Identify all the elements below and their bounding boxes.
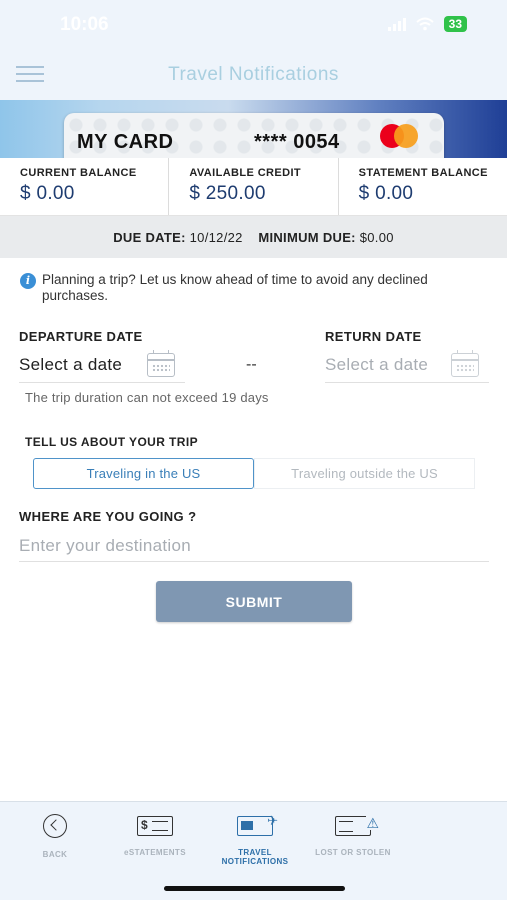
signal-icon xyxy=(387,17,406,31)
page-title: Travel Notifications xyxy=(168,64,339,85)
trip-type-label: TELL US ABOUT YOUR TRIP xyxy=(25,435,198,449)
destination-input[interactable] xyxy=(19,530,489,562)
minimum-due-value: $0.00 xyxy=(359,230,394,245)
departure-date-label: DEPARTURE DATE xyxy=(19,329,143,344)
destination-label: WHERE ARE YOU GOING ? xyxy=(19,509,197,524)
travel-icon xyxy=(237,813,278,836)
card-name: MY CARD xyxy=(77,131,174,153)
return-date-value: Select a date xyxy=(325,355,429,374)
battery-icon: 33 xyxy=(443,16,467,32)
lost-card-icon xyxy=(335,816,379,836)
return-date-label: RETURN DATE xyxy=(325,329,422,344)
status-bar: 10:06 33 xyxy=(0,0,507,50)
trip-duration-hint: The trip duration can not exceed 19 days xyxy=(25,390,269,405)
available-credit: AVAILABLE CREDIT $ 250.00 xyxy=(169,158,339,215)
mastercard-logo-icon xyxy=(380,124,430,148)
status-time: 10:06 xyxy=(60,14,109,35)
calendar-icon xyxy=(147,350,175,377)
due-date-value: 10/12/22 xyxy=(189,230,243,245)
back-icon xyxy=(43,814,67,838)
credit-card: MY CARD **** 0054 xyxy=(64,113,444,158)
submit-button[interactable]: SUBMIT xyxy=(156,581,352,622)
traveling-outside-us-option[interactable]: Traveling outside the US xyxy=(254,458,475,489)
calendar-icon xyxy=(451,350,479,377)
departure-date-field[interactable]: Select a date xyxy=(19,349,185,383)
balance-value: $ 0.00 xyxy=(358,183,414,204)
balance-summary: CURRENT BALANCE $ 0.00 AVAILABLE CREDIT … xyxy=(0,158,507,216)
status-icons: 33 xyxy=(387,16,467,32)
departure-date-value: Select a date xyxy=(19,355,123,374)
minimum-due-label: MINIMUM DUE: xyxy=(258,230,356,245)
statement-balance: STATEMENT BALANCE $ 0.00 xyxy=(339,158,507,215)
card-banner: MY CARD **** 0054 xyxy=(0,100,507,158)
balance-label: STATEMENT BALANCE xyxy=(358,167,488,179)
info-message: i Planning a trip? Let us know ahead of … xyxy=(20,272,490,304)
statement-icon xyxy=(137,816,173,836)
nav-estatements[interactable]: eSTATEMENTS xyxy=(117,814,193,857)
home-indicator xyxy=(164,886,345,891)
balance-label: AVAILABLE CREDIT xyxy=(189,167,302,179)
app-header: Travel Notifications xyxy=(0,50,507,100)
nav-back[interactable]: BACK xyxy=(30,814,80,859)
traveling-in-us-option[interactable]: Traveling in the US xyxy=(33,458,254,489)
balance-label: CURRENT BALANCE xyxy=(20,167,137,179)
due-bar: DUE DATE: 10/12/22 MINIMUM DUE: $0.00 xyxy=(0,216,507,258)
nav-travel-notifications[interactable]: TRAVEL NOTIFICATIONS xyxy=(210,813,300,866)
wifi-icon xyxy=(415,17,434,31)
nav-label: LOST OR STOLEN xyxy=(315,848,391,857)
date-separator: -- xyxy=(246,356,257,373)
due-date-label: DUE DATE: xyxy=(113,230,186,245)
nav-label: eSTATEMENTS xyxy=(124,848,186,857)
nav-label: TRAVEL NOTIFICATIONS xyxy=(221,848,289,866)
return-date-field[interactable]: Select a date xyxy=(325,349,489,383)
balance-value: $ 0.00 xyxy=(20,183,75,204)
nav-label: BACK xyxy=(42,850,68,859)
info-text: Planning a trip? Let us know ahead of ti… xyxy=(42,272,428,303)
current-balance: CURRENT BALANCE $ 0.00 xyxy=(0,158,170,215)
nav-lost-or-stolen[interactable]: LOST OR STOLEN xyxy=(308,814,398,857)
card-number: **** 0054 xyxy=(254,131,340,153)
info-icon: i xyxy=(20,273,36,289)
balance-value: $ 250.00 xyxy=(189,183,266,204)
